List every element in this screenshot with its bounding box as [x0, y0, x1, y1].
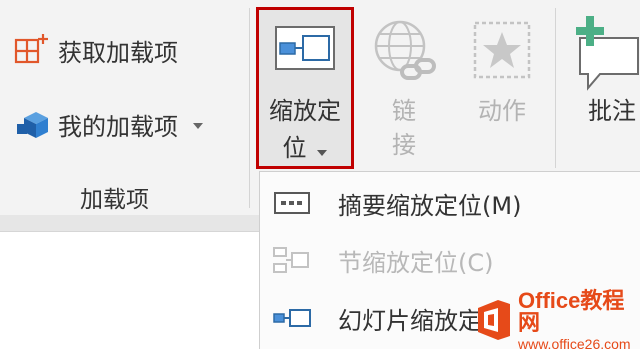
link-button[interactable]: 链 接	[362, 10, 446, 170]
comment-button[interactable]: 批注	[568, 8, 640, 168]
my-addins-button[interactable]: 我的加载项	[14, 106, 204, 142]
section-zoom-label: 节缩放定位(C)	[338, 248, 494, 277]
action-label: 动作	[478, 97, 526, 125]
chevron-down-icon	[316, 142, 328, 161]
watermark-brand: Office教程网	[518, 287, 625, 335]
zoom-icon	[275, 24, 337, 76]
group-separator	[555, 8, 556, 168]
slide-zoom-icon	[272, 306, 312, 330]
summary-zoom-item[interactable]: 摘要缩放定位(M)	[260, 178, 640, 228]
action-button[interactable]: 动作	[460, 10, 544, 170]
globe-link-icon	[368, 16, 440, 90]
zoom-label-line2: 位	[282, 134, 307, 162]
zoom-button[interactable]: 缩放定 位	[256, 7, 354, 169]
section-zoom-icon	[272, 245, 312, 275]
comment-label: 批注	[588, 97, 636, 125]
office-logo-icon	[474, 298, 514, 342]
my-addins-label: 我的加载项	[58, 112, 178, 141]
new-comment-icon	[576, 12, 640, 96]
summary-zoom-icon	[272, 190, 312, 216]
link-label-line1: 链	[392, 97, 416, 125]
zoom-label-line2-row: 位	[259, 128, 351, 163]
group-separator	[249, 8, 250, 208]
my-addins-icon	[14, 106, 50, 142]
get-addins-label: 获取加载项	[58, 38, 178, 67]
chevron-down-icon	[192, 115, 204, 134]
addins-group-label: 加载项	[80, 187, 149, 213]
section-zoom-item[interactable]: 节缩放定位(C)	[260, 235, 640, 285]
get-addins-icon	[14, 32, 50, 68]
link-label-line2: 接	[392, 131, 416, 159]
zoom-label-line1: 缩放定	[269, 97, 341, 125]
watermark-url: www.office26.com	[518, 335, 631, 352]
summary-zoom-label: 摘要缩放定位(M)	[338, 191, 522, 220]
watermark: Office教程网 www.office26.com	[474, 287, 640, 352]
star-action-icon	[472, 20, 532, 84]
get-addins-button[interactable]: 获取加载项	[14, 32, 178, 68]
